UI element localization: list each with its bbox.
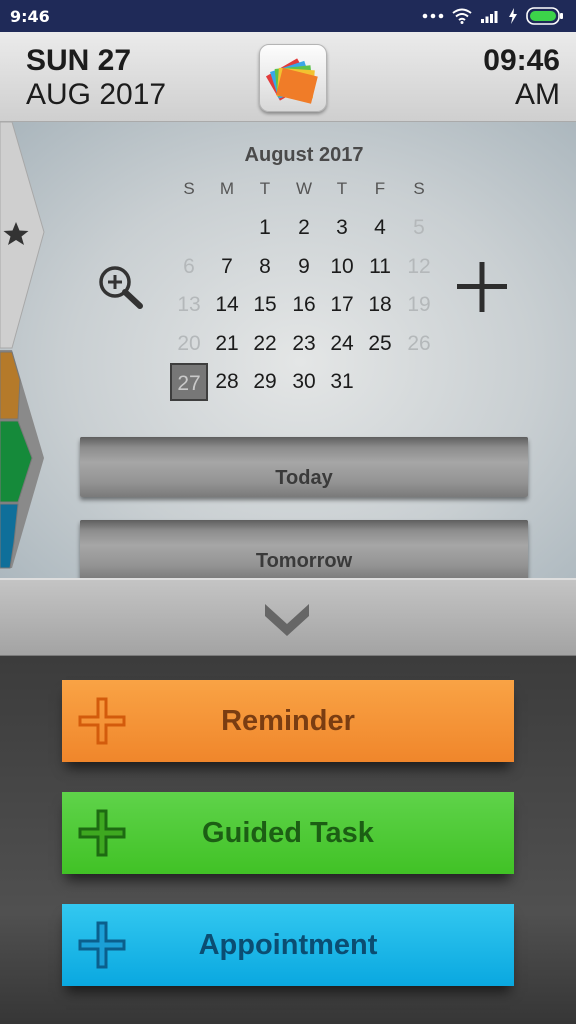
- calendar-day[interactable]: 23: [285, 325, 323, 363]
- calendar-day[interactable]: 16: [285, 286, 323, 324]
- collapse-bar[interactable]: [0, 578, 576, 656]
- calendar-day[interactable]: 7: [208, 248, 246, 286]
- zoom-in-icon[interactable]: [96, 264, 148, 310]
- weekday-label: S: [413, 179, 425, 198]
- status-time: 9:46: [10, 6, 50, 26]
- calendar-day[interactable]: 21: [208, 325, 246, 363]
- calendar-day[interactable]: 22: [246, 325, 284, 363]
- action-panel: Reminder Guided Task Appointment: [0, 656, 576, 1024]
- add-event-icon[interactable]: [454, 262, 510, 312]
- calendar-day[interactable]: 3: [323, 209, 361, 247]
- weekday-label: F: [374, 179, 386, 198]
- calendar-day[interactable]: 4: [361, 209, 399, 247]
- calendar-day[interactable]: 17: [323, 286, 361, 324]
- calendar-day[interactable]: 6: [170, 248, 208, 286]
- signal-icon: [481, 11, 498, 23]
- status-bar: 9:46: [0, 0, 576, 32]
- weekday-label: M: [219, 179, 235, 198]
- header-ampm: AM: [515, 78, 560, 111]
- app-logo[interactable]: [259, 44, 327, 112]
- calendar-day[interactable]: 11: [361, 248, 399, 286]
- calendar-day[interactable]: 2: [285, 209, 323, 247]
- calendar-day[interactable]: 5: [400, 209, 438, 247]
- reminder-label: Reminder: [221, 705, 355, 737]
- calendar-day-selected[interactable]: 27: [170, 363, 208, 401]
- calendar-day[interactable]: 20: [170, 325, 208, 363]
- guided-task-button[interactable]: Guided Task: [62, 792, 514, 874]
- calendar-day[interactable]: 18: [361, 286, 399, 324]
- calendar-day[interactable]: 10: [323, 248, 361, 286]
- status-icons: [422, 7, 564, 25]
- calendar-area: August 2017 S M T W T F S 1 2 3 4 5 6 7 8 9 10 11 12 13 14 15…: [0, 122, 576, 578]
- calendar-day[interactable]: 14: [208, 286, 246, 324]
- header-time: 09:46 AM: [483, 44, 560, 112]
- calendar-day[interactable]: 1: [246, 209, 284, 247]
- header-day: SUN 27: [26, 44, 132, 77]
- calendar-day[interactable]: 31: [323, 363, 361, 401]
- calendar-day[interactable]: 30: [285, 363, 323, 401]
- weekday-label: W: [295, 179, 313, 198]
- calendar-day[interactable]: 15: [246, 286, 284, 324]
- calendar-day[interactable]: 8: [246, 248, 284, 286]
- calendar-day[interactable]: 24: [323, 325, 361, 363]
- chevron-down-icon[interactable]: [262, 598, 312, 638]
- stacked-cards-logo-icon: [265, 58, 318, 104]
- today-button[interactable]: Today: [80, 437, 528, 497]
- reminder-button[interactable]: Reminder: [62, 680, 514, 762]
- charging-icon: [509, 8, 517, 24]
- more-dots-icon: [422, 13, 444, 19]
- weekday-label: T: [336, 179, 348, 198]
- weekday-label: T: [259, 179, 271, 198]
- battery-icon: [526, 7, 563, 25]
- month-title: August 2017: [244, 144, 364, 166]
- calendar-day[interactable]: 28: [208, 363, 246, 401]
- appointment-button[interactable]: Appointment: [62, 904, 514, 986]
- appointment-label: Appointment: [198, 929, 378, 961]
- header-clock: 09:46: [483, 44, 560, 77]
- tomorrow-button[interactable]: Tomorrow: [80, 520, 528, 578]
- calendar-day[interactable]: 9: [285, 248, 323, 286]
- header: SUN 27 AUG 2017 09:46 AM: [0, 32, 576, 122]
- orange-tab[interactable]: [0, 351, 21, 420]
- wifi-icon: [452, 8, 472, 24]
- calendar-day[interactable]: 25: [361, 325, 399, 363]
- guided-task-label: Guided Task: [202, 817, 374, 849]
- calendar-day[interactable]: 29: [246, 363, 284, 401]
- weekday-label: S: [183, 179, 195, 198]
- side-tabs: [0, 122, 45, 569]
- header-month-year: AUG 2017: [26, 78, 167, 111]
- calendar-day[interactable]: 13: [170, 286, 208, 324]
- calendar-day[interactable]: 12: [400, 248, 438, 286]
- calendar-day[interactable]: 26: [400, 325, 438, 363]
- header-date: SUN 27 AUG 2017: [26, 44, 166, 112]
- calendar-day[interactable]: 19: [400, 286, 438, 324]
